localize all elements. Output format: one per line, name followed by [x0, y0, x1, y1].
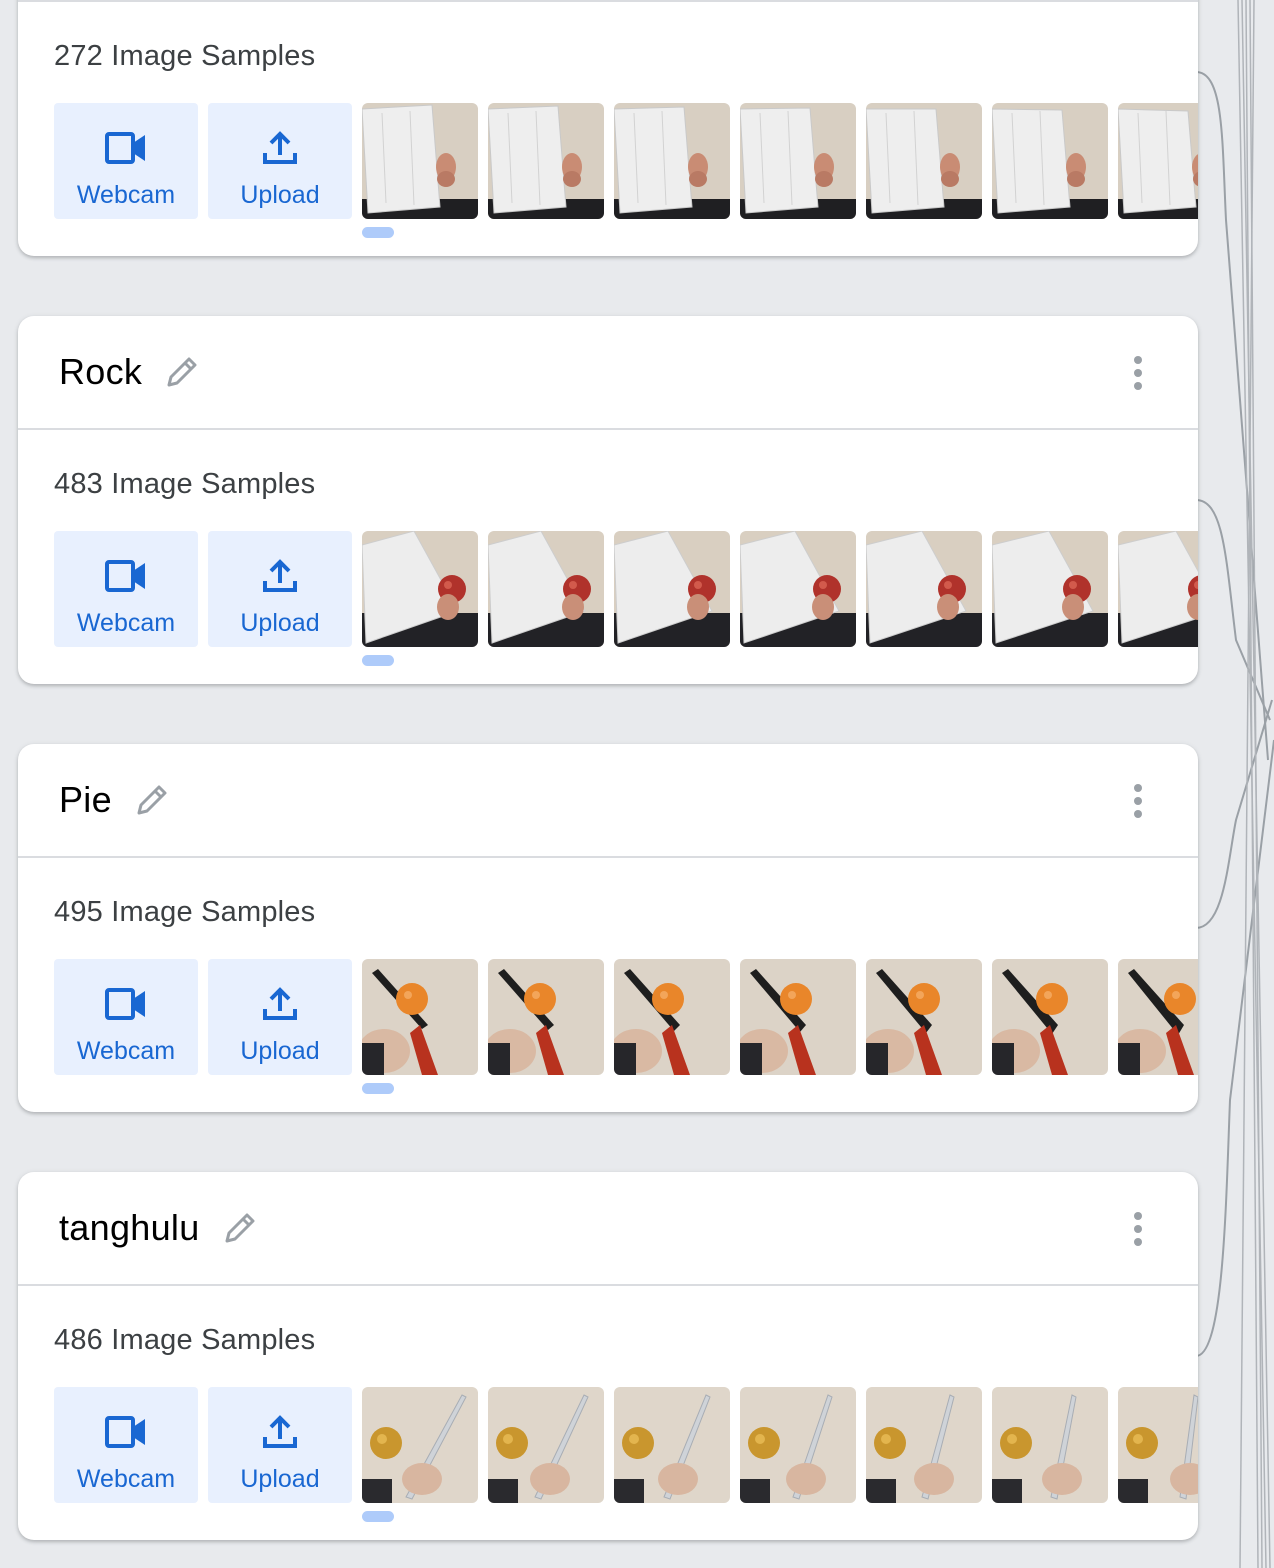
sample-thumbnail[interactable] — [488, 1387, 604, 1503]
class-name[interactable]: Pie — [59, 779, 112, 821]
sample-thumbnail[interactable] — [740, 531, 856, 647]
sample-thumbnail[interactable] — [740, 103, 856, 219]
upload-button[interactable]: Upload — [208, 1387, 352, 1503]
sample-thumbnail[interactable] — [992, 1387, 1108, 1503]
sample-thumbnail[interactable] — [362, 103, 478, 219]
sample-thumbnail[interactable] — [488, 531, 604, 647]
sample-thumbnail[interactable] — [992, 531, 1108, 647]
sample-thumbnail[interactable] — [488, 959, 604, 1075]
upload-button[interactable]: Upload — [208, 103, 352, 219]
sample-thumbnail[interactable] — [488, 103, 604, 219]
upload-button-label: Upload — [240, 609, 320, 637]
class-name[interactable]: Rock — [59, 351, 142, 393]
edit-icon[interactable] — [162, 352, 202, 392]
upload-icon — [262, 1413, 298, 1451]
webcam-button-label: Webcam — [76, 1037, 176, 1065]
sample-thumbnail[interactable] — [1118, 103, 1198, 219]
sample-thumbnail[interactable] — [614, 1387, 730, 1503]
webcam-button[interactable]: Webcam — [54, 531, 198, 647]
sample-thumbnail[interactable] — [866, 531, 982, 647]
class-card: 272 Image Samples Webcam Upload — [18, 0, 1198, 256]
videocam-icon — [104, 985, 148, 1023]
videocam-icon — [104, 557, 148, 595]
class-card: Rock 483 Image Samples Webcam Upload — [18, 316, 1198, 684]
sample-count: 483 Image Samples — [54, 468, 316, 500]
sample-thumbnail[interactable] — [614, 103, 730, 219]
sample-thumbnails — [362, 1387, 1198, 1503]
class-card-body: 486 Image Samples Webcam Upload — [18, 1286, 1198, 1540]
sample-count: 272 Image Samples — [54, 40, 316, 72]
class-card-body: 483 Image Samples Webcam Upload — [18, 430, 1198, 684]
sample-thumbnail[interactable] — [740, 1387, 856, 1503]
class-card-body: 495 Image Samples Webcam Upload — [18, 858, 1198, 1112]
thumbnail-scroll-indicator[interactable] — [362, 227, 394, 238]
webcam-button[interactable]: Webcam — [54, 103, 198, 219]
webcam-button-label: Webcam — [76, 181, 176, 209]
sample-thumbnail[interactable] — [866, 103, 982, 219]
upload-button-label: Upload — [240, 1037, 320, 1065]
thumbnail-scroll-indicator[interactable] — [362, 655, 394, 666]
upload-button-label: Upload — [240, 181, 320, 209]
videocam-icon — [104, 129, 148, 167]
sample-thumbnail[interactable] — [362, 531, 478, 647]
class-card-header: Rock — [18, 316, 1198, 430]
upload-button[interactable]: Upload — [208, 531, 352, 647]
class-card-header: tanghulu — [18, 1172, 1198, 1286]
sample-thumbnails — [362, 531, 1198, 647]
class-card-header: Pie — [18, 744, 1198, 858]
class-card: tanghulu 486 Image Samples Webcam Upload — [18, 1172, 1198, 1540]
class-card: Pie 495 Image Samples Webcam Upload — [18, 744, 1198, 1112]
sample-thumbnail[interactable] — [614, 531, 730, 647]
upload-icon — [262, 557, 298, 595]
sample-thumbnail[interactable] — [614, 959, 730, 1075]
sample-thumbnail[interactable] — [1118, 959, 1198, 1075]
upload-icon — [262, 129, 298, 167]
sample-thumbnail[interactable] — [1118, 531, 1198, 647]
sample-count: 495 Image Samples — [54, 896, 316, 928]
sample-thumbnails — [362, 959, 1198, 1075]
upload-button[interactable]: Upload — [208, 959, 352, 1075]
webcam-button-label: Webcam — [76, 609, 176, 637]
more-options-icon[interactable] — [1120, 781, 1156, 821]
webcam-button[interactable]: Webcam — [54, 1387, 198, 1503]
thumbnail-scroll-indicator[interactable] — [362, 1083, 394, 1094]
sample-thumbnail[interactable] — [740, 959, 856, 1075]
more-options-icon[interactable] — [1120, 353, 1156, 393]
sample-thumbnail[interactable] — [866, 1387, 982, 1503]
sample-thumbnail[interactable] — [992, 103, 1108, 219]
webcam-button[interactable]: Webcam — [54, 959, 198, 1075]
upload-button-label: Upload — [240, 1465, 320, 1493]
upload-icon — [262, 985, 298, 1023]
edit-icon[interactable] — [220, 1208, 260, 1248]
sample-thumbnail[interactable] — [992, 959, 1108, 1075]
sample-thumbnails — [362, 103, 1198, 219]
sample-thumbnail[interactable] — [866, 959, 982, 1075]
more-options-icon[interactable] — [1120, 1209, 1156, 1249]
model-connector-lines — [1196, 0, 1274, 1568]
sample-thumbnail[interactable] — [362, 959, 478, 1075]
class-card-body: 272 Image Samples Webcam Upload — [18, 2, 1198, 256]
webcam-button-label: Webcam — [76, 1465, 176, 1493]
sample-thumbnail[interactable] — [362, 1387, 478, 1503]
edit-icon[interactable] — [132, 780, 172, 820]
sample-thumbnail[interactable] — [1118, 1387, 1198, 1503]
sample-count: 486 Image Samples — [54, 1324, 316, 1356]
thumbnail-scroll-indicator[interactable] — [362, 1511, 394, 1522]
videocam-icon — [104, 1413, 148, 1451]
class-name[interactable]: tanghulu — [59, 1207, 200, 1249]
